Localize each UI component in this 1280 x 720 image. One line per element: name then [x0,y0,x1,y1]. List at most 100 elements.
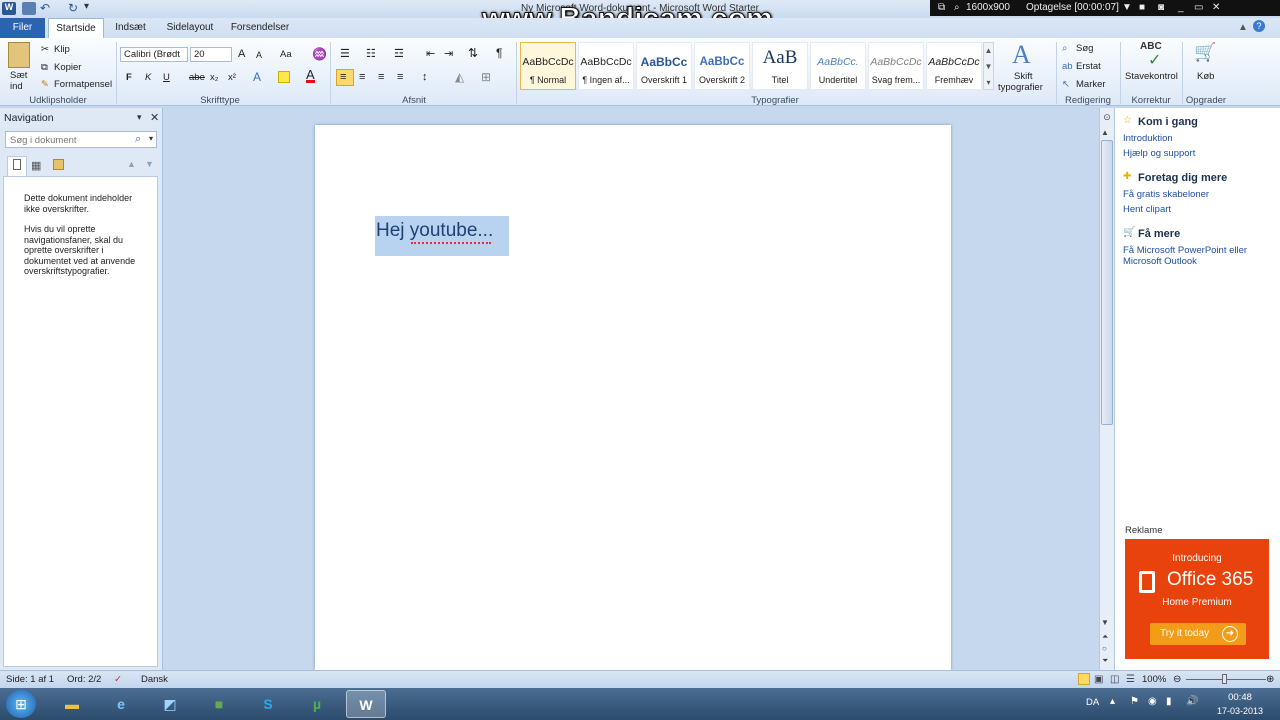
nav-close-icon[interactable]: ✕ [150,111,159,124]
scroll-down-icon[interactable]: ▼ [1101,618,1109,627]
text-effects-icon[interactable]: A [253,70,261,84]
status-words[interactable]: Ord: 2/2 [67,674,101,685]
style-emphasis[interactable]: AaBbCcDc Fremhæv [926,42,982,90]
highlight-icon[interactable] [278,71,290,83]
align-center-icon[interactable]: ≡ [359,71,365,83]
show-formatting-button[interactable]: ¶ [496,46,502,60]
multilevel-list-icon[interactable]: ☲ [394,47,404,60]
nav-down-icon[interactable]: ▼ [145,159,154,169]
status-page[interactable]: Side: 1 af 1 [6,674,54,685]
paste-label-2[interactable]: ind [10,81,23,92]
align-right-icon[interactable]: ≡ [378,71,384,83]
select-button[interactable]: Marker [1076,79,1106,90]
font-color-icon[interactable]: A [306,68,315,83]
collapse-ribbon-icon[interactable]: ▲ [1238,22,1248,33]
proofing-status-icon[interactable]: ✓ [114,674,122,685]
nav-search-input[interactable]: Søg i dokument ⌕ ▾ [5,131,157,148]
link-templates[interactable]: Få gratis skabeloner [1123,189,1209,200]
help-icon[interactable]: ? [1253,20,1265,32]
subscript-button[interactable]: x₂ [210,72,218,83]
web-layout-view-icon[interactable]: ◫ [1110,674,1119,685]
app-taskbar-icon[interactable]: ◩ [150,690,190,718]
italic-button[interactable]: K [145,72,151,83]
tab-filer[interactable]: Filer [0,18,45,38]
tab-forsendelser[interactable]: Forsendelser [226,18,294,38]
utorrent-taskbar-icon[interactable]: µ [297,690,337,718]
spelling-button[interactable]: Stavekontrol [1125,71,1178,82]
zoom-out-icon[interactable]: ⊖ [1173,674,1181,685]
superscript-button[interactable]: x² [228,72,236,83]
minecraft-taskbar-icon[interactable]: ■ [199,690,239,718]
style-heading-1[interactable]: AaBbCc Overskrift 1 [636,42,692,90]
window-icon[interactable]: ⧉ [938,2,945,13]
decrease-indent-icon[interactable]: ⇤ [426,47,435,60]
change-case-button[interactable]: Aa [280,49,292,60]
restore-icon[interactable]: ▭ [1194,2,1203,13]
sort-icon[interactable]: ⇅ [468,46,478,60]
change-styles-label-1[interactable]: Skift [1014,71,1032,82]
style-subtle-emphasis[interactable]: AaBbCcDc Svag frem... [868,42,924,90]
search-options-icon[interactable]: ▾ [149,134,153,143]
document-text[interactable]: Hej youtube... [376,220,493,242]
style-heading-2[interactable]: AaBbCc Overskrift 2 [694,42,750,90]
vertical-scrollbar[interactable]: ⊙ ▲ ▼ ⏶ ○ ⏷ [1099,108,1114,670]
previous-page-icon[interactable]: ⏶ [1102,632,1108,642]
style-title[interactable]: AaB Titel [752,42,808,90]
browse-object-icon[interactable]: ○ [1102,644,1107,653]
shading-icon[interactable]: ◭ [455,70,464,84]
skype-taskbar-icon[interactable]: S [248,690,288,718]
buy-button[interactable]: Køb [1197,71,1214,82]
tab-startside[interactable]: Startside [48,18,104,38]
language-indicator[interactable]: DA [1086,697,1099,708]
bullets-icon[interactable]: ☰ [340,47,350,60]
close-icon[interactable]: ✕ [1212,2,1220,13]
format-painter-button[interactable]: Formatpensel [54,79,112,90]
nav-up-icon[interactable]: ▲ [127,159,136,169]
nav-tab-pages-icon[interactable]: ▦ [31,159,41,172]
ruler-toggle-icon[interactable]: ⊙ [1101,112,1113,124]
next-page-icon[interactable]: ⏷ [1102,656,1108,666]
font-size-select[interactable]: 20 [190,47,232,62]
tab-sidelayout[interactable]: Sidelayout [160,18,220,38]
ie-taskbar-icon[interactable]: e [101,690,141,718]
camera-icon[interactable]: ◙ [1158,2,1164,13]
volume-icon[interactable]: 🔊 [1186,696,1198,707]
increase-indent-icon[interactable]: ⇥ [444,47,453,60]
ad-cta-button[interactable]: Try it today ➜ [1150,623,1246,645]
link-get-more[interactable]: Få Microsoft PowerPoint eller Microsoft … [1123,245,1273,267]
stop-icon[interactable]: ■ [1139,2,1145,13]
scroll-thumb[interactable] [1101,140,1113,425]
strikethrough-button[interactable]: abe [189,72,205,83]
minimize-icon[interactable]: _ [1178,2,1184,13]
zoom-in-icon[interactable]: ⊕ [1266,674,1274,685]
borders-icon[interactable]: ⊞ [481,70,491,84]
tab-indsaet[interactable]: Indsæt [108,18,153,38]
underline-button[interactable]: U [163,72,170,83]
full-screen-view-icon[interactable]: ▣ [1094,674,1103,685]
zoom-slider-thumb[interactable] [1222,674,1227,684]
office365-ad[interactable]: Introducing Office 365 Home Premium Try … [1125,539,1269,659]
print-layout-view-icon[interactable] [1078,673,1090,685]
start-button[interactable]: ⊞ [6,690,36,718]
search-icon[interactable]: ⌕ [135,133,141,146]
nav-menu-icon[interactable]: ▾ [137,112,142,123]
bold-button[interactable]: F [126,72,132,83]
nav-tab-results-icon[interactable] [53,159,64,170]
style-normal[interactable]: AaBbCcDc ¶ Normal [520,42,576,90]
tray-chevron-icon[interactable]: ▴ [1110,696,1115,707]
status-zoom[interactable]: 100% [1142,674,1166,685]
pause-icon[interactable]: ▼ [1122,2,1132,13]
explorer-taskbar-icon[interactable]: ▬ [52,690,92,718]
paste-label-1[interactable]: Sæt [10,70,27,81]
copy-button[interactable]: Kopier [54,62,81,73]
outline-view-icon[interactable]: ☰ [1126,674,1135,685]
word-taskbar-icon[interactable]: W [346,690,386,718]
shrink-font-button[interactable]: A [256,50,262,60]
grow-font-button[interactable]: A [238,48,245,60]
replace-button[interactable]: Erstat [1076,61,1101,72]
style-no-spacing[interactable]: AaBbCcDc ¶ Ingen af... [578,42,634,90]
clock-time[interactable]: 00:48 [1215,692,1265,703]
scroll-up-icon[interactable]: ▲ [1101,128,1109,137]
line-spacing-icon[interactable]: ↕ [422,71,428,83]
status-language[interactable]: Dansk [141,674,168,685]
